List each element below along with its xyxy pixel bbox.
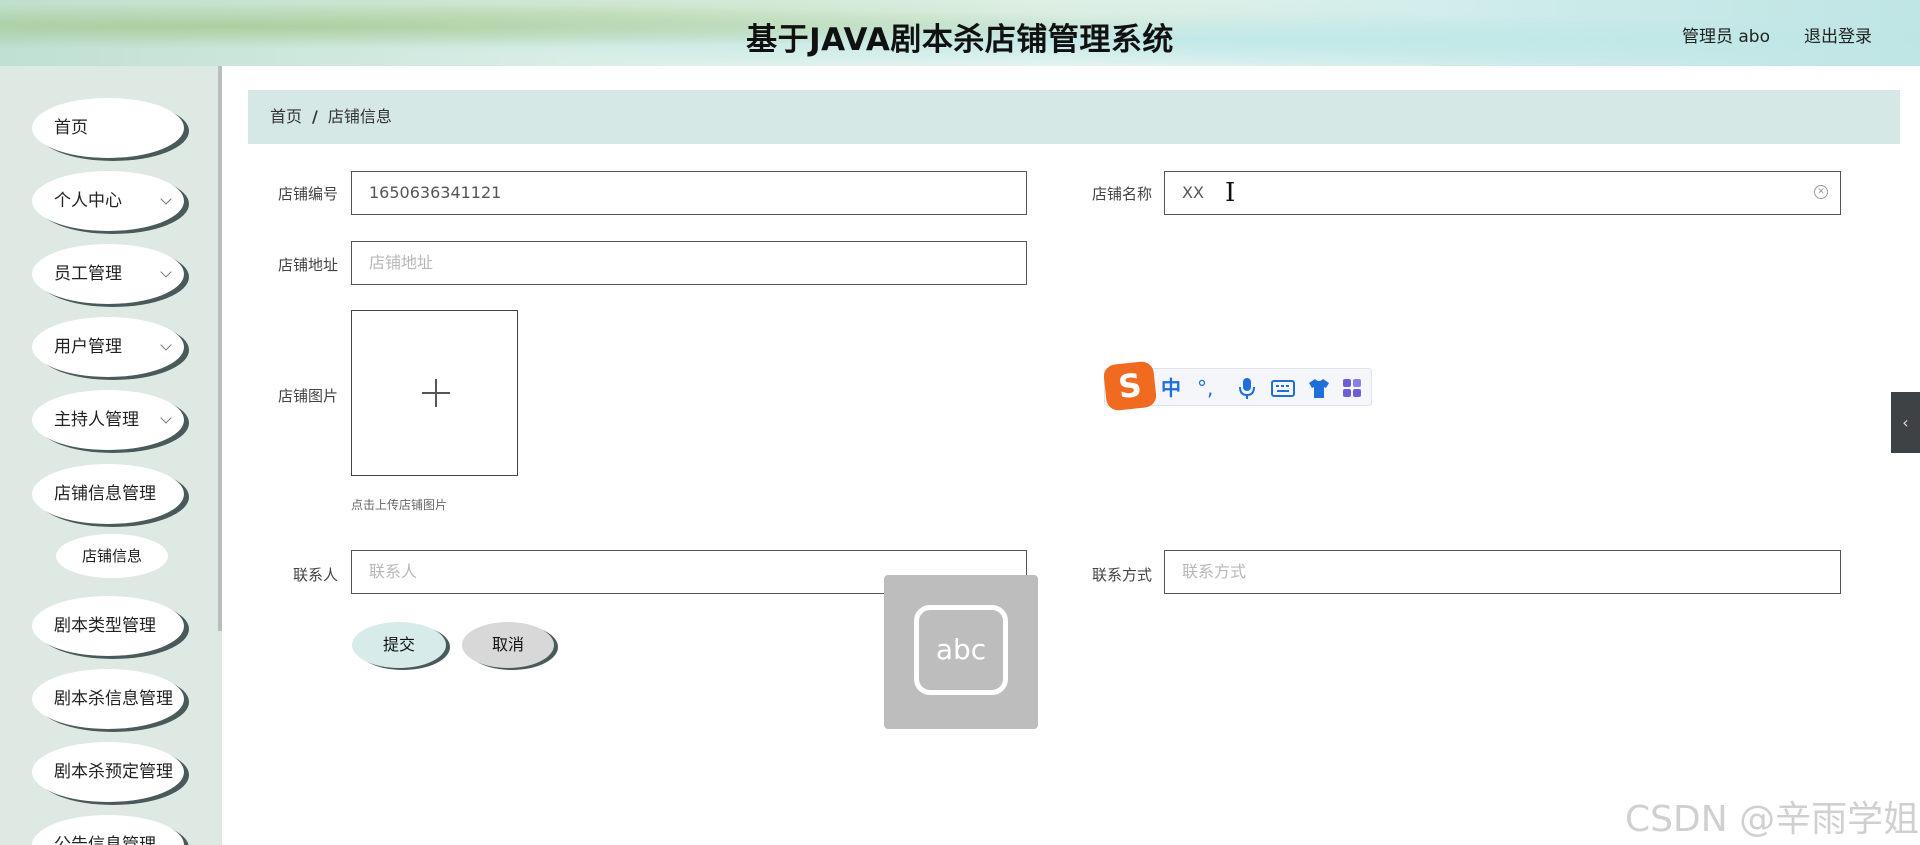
header-banner: 基于JAVA剧本杀店铺管理系统 管理员 abo 退出登录 xyxy=(0,0,1920,66)
sidebar-item-script-types[interactable]: 剧本类型管理 xyxy=(32,596,184,656)
logout-link[interactable]: 退出登录 xyxy=(1804,22,1872,47)
sidebar-item-hosts[interactable]: 主持人管理 xyxy=(32,390,184,450)
ime-abc-widget[interactable]: ^ abc xyxy=(884,575,1038,729)
sidebar-item-label: 剧本杀信息管理 xyxy=(54,689,173,709)
sidebar-item-label: 店铺信息管理 xyxy=(54,484,156,504)
breadcrumb-current: 店铺信息 xyxy=(327,107,392,126)
current-user: 管理员 abo xyxy=(1681,27,1770,47)
ime-toolbar: S 中 °, xyxy=(1102,360,1372,412)
store-address-label: 店铺地址 xyxy=(277,256,338,274)
abc-label: abc xyxy=(935,633,987,666)
sidebar-item-users[interactable]: 用户管理 xyxy=(32,317,184,377)
sidebar-item-label: 员工管理 xyxy=(54,264,122,284)
plus-icon xyxy=(422,379,450,407)
app-title: 基于JAVA剧本杀店铺管理系统 xyxy=(746,22,1174,58)
chevron-down-icon xyxy=(160,266,172,278)
chevron-down-icon xyxy=(160,193,172,205)
sidebar-item-label: 主持人管理 xyxy=(54,410,139,430)
sidebar-item-label: 首页 xyxy=(54,118,88,138)
sidebar-item-label: 用户管理 xyxy=(54,337,122,357)
keyboard-icon[interactable] xyxy=(1271,375,1295,401)
upload-hint: 点击上传店铺图片 xyxy=(351,498,448,512)
submit-button[interactable]: 提交 xyxy=(352,622,446,668)
image-upload-box[interactable] xyxy=(351,310,518,476)
contact-person-label: 联系人 xyxy=(292,566,338,584)
sidebar-item-label: 剧本杀预定管理 xyxy=(54,762,173,782)
breadcrumb-home[interactable]: 首页 xyxy=(270,107,302,126)
sidebar-item-script-booking[interactable]: 剧本杀预定管理 xyxy=(32,742,184,802)
shirt-icon[interactable] xyxy=(1307,375,1331,401)
mic-icon[interactable] xyxy=(1237,375,1257,401)
drawer-toggle-button[interactable]: ‹ xyxy=(1891,392,1920,453)
contact-method-field[interactable]: 联系方式 xyxy=(1164,550,1841,594)
sidebar-subitem-store-info[interactable]: 店铺信息 xyxy=(56,534,168,578)
chevron-down-icon xyxy=(160,339,172,351)
ime-punct-toggle[interactable]: °, xyxy=(1197,375,1213,401)
watermark: CSDN @辛雨学姐 xyxy=(1625,799,1920,840)
store-id-field[interactable]: 1650636341121 xyxy=(351,171,1027,215)
sidebar-item-personal-center[interactable]: 个人中心 xyxy=(32,171,184,231)
sidebar-item-staff[interactable]: 员工管理 xyxy=(32,244,184,304)
sidebar-item-home[interactable]: 首页 xyxy=(32,98,184,158)
store-address-field[interactable]: 店铺地址 xyxy=(351,241,1027,285)
breadcrumb: 首页 / 店铺信息 xyxy=(248,90,1900,144)
store-image-label: 店铺图片 xyxy=(277,387,338,405)
chevron-down-icon xyxy=(160,412,172,424)
breadcrumb-separator: / xyxy=(312,107,318,126)
store-name-label: 店铺名称 xyxy=(1091,185,1152,203)
text-cursor-icon: I xyxy=(1225,178,1236,208)
sidebar-item-label: 公告信息管理 xyxy=(54,835,156,845)
contact-method-label: 联系方式 xyxy=(1091,566,1152,584)
ime-mode-toggle[interactable]: 中 xyxy=(1161,375,1181,401)
sidebar-scrollbar[interactable] xyxy=(218,66,222,631)
caret-icon: ^ xyxy=(931,602,947,623)
sidebar-item-script-info[interactable]: 剧本杀信息管理 xyxy=(32,669,184,729)
sidebar-item-label: 个人中心 xyxy=(54,191,122,211)
clear-icon[interactable]: ✕ xyxy=(1814,185,1828,199)
sidebar-item-store-info[interactable]: 店铺信息管理 xyxy=(32,464,184,524)
store-name-field[interactable]: XX ✕ xyxy=(1164,171,1841,215)
abc-key-icon: ^ abc xyxy=(914,602,1008,695)
store-name-value: XX xyxy=(1182,183,1204,202)
ime-logo-icon[interactable]: S xyxy=(1102,360,1158,412)
grid-icon[interactable] xyxy=(1343,379,1363,399)
cancel-button[interactable]: 取消 xyxy=(462,622,554,668)
sidebar-item-label: 剧本类型管理 xyxy=(54,616,156,636)
store-id-label: 店铺编号 xyxy=(277,185,338,203)
chevron-left-icon: ‹ xyxy=(1902,413,1909,432)
